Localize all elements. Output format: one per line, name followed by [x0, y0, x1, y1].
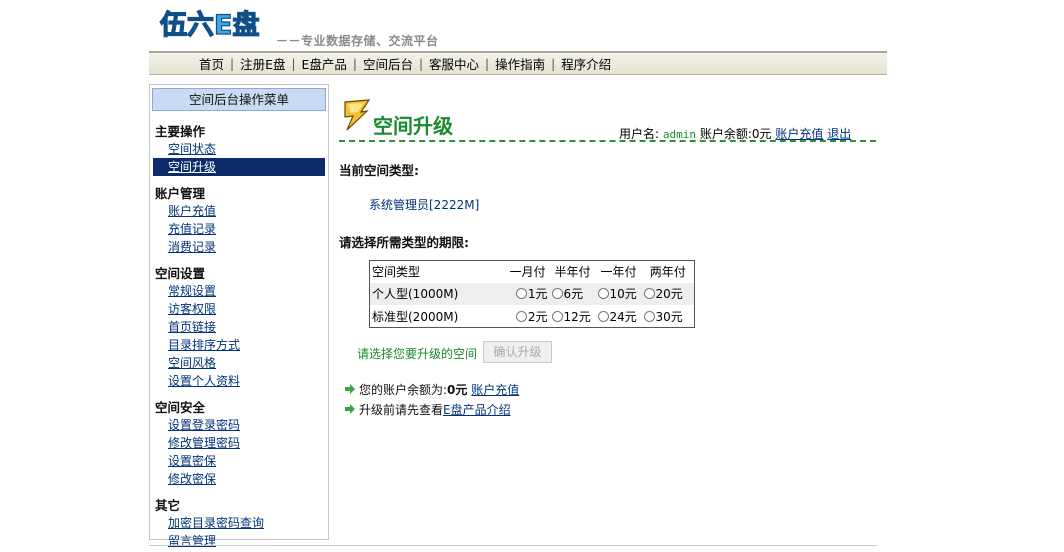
top-navigation: 首页 | 注册E盘 | E盘产品 | 空间后台 | 客服中心 | 操作指南 | 程序介绍	[149, 51, 887, 75]
nav-products[interactable]: E盘产品	[296, 54, 353, 73]
site-logo[interactable]: 伍六E盘	[158, 6, 262, 41]
site-slogan: －－专业数据存储、交流平台	[276, 34, 439, 48]
table-header-row: 空间类型 一月付 半年付 一年付 两年付	[370, 261, 695, 283]
current-space-type: 系统管理员[2222M]	[369, 198, 480, 212]
menu-guestbook[interactable]: 留言管理	[168, 532, 328, 550]
confirm-upgrade-button[interactable]: 确认升级	[483, 341, 552, 363]
price-radio-standard-2y[interactable]	[643, 310, 655, 322]
menu-recharge[interactable]: 账户充值	[168, 202, 328, 220]
choose-term-heading: 请选择所需类型的期限:	[339, 235, 469, 250]
menu-visitor-permissions[interactable]: 访客权限	[168, 300, 328, 318]
price-personal-2y: 20元	[655, 287, 683, 302]
logout-link[interactable]: 退出	[827, 127, 851, 141]
menu-encrypted-dir-lookup[interactable]: 加密目录密码查询	[168, 514, 328, 532]
balance-label: 账户余额:	[699, 127, 752, 141]
price-radio-personal-2y[interactable]	[643, 288, 655, 300]
price-radio-standard-6m[interactable]	[551, 310, 563, 322]
header-two-year: 两年付	[649, 265, 686, 280]
price-radio-standard-1y[interactable]	[597, 310, 609, 322]
price-personal-1y: 10元	[609, 287, 637, 302]
sidebar-title: 空间后台操作菜单	[152, 88, 326, 111]
nav-about[interactable]: 程序介绍	[555, 54, 617, 73]
price-personal-1m: 1元	[527, 287, 548, 302]
pricing-table: 空间类型 一月付 半年付 一年付 两年付 个人型(1000M) 1元 6元 10…	[369, 260, 695, 328]
menu-space-upgrade[interactable]: 空间升级	[153, 158, 325, 176]
select-space-prompt: 请选择您要升级的空间	[357, 347, 478, 361]
green-arrow-icon	[345, 383, 355, 394]
info-balance-value: 0元	[447, 383, 468, 397]
recharge-link[interactable]: 账户充值	[775, 127, 823, 141]
header-space-type: 空间类型	[372, 265, 421, 280]
group-title-settings: 空间设置	[155, 266, 206, 281]
page-title: 空间升级	[373, 114, 453, 138]
menu-space-status[interactable]: 空间状态	[168, 140, 328, 158]
header-monthly: 一月付	[509, 265, 546, 280]
info-recharge-link[interactable]: 账户充值	[471, 383, 519, 397]
price-standard-2y: 30元	[655, 309, 683, 324]
row-type-standard: 标准型(2000M)	[372, 309, 459, 324]
balance-value: 0元	[751, 127, 772, 141]
menu-general-settings[interactable]: 常规设置	[168, 282, 328, 300]
menu-space-style[interactable]: 空间风格	[168, 354, 328, 372]
info-balance-line: 您的账户余额为:0元 账户充值	[345, 381, 519, 398]
group-title-other: 其它	[155, 498, 181, 513]
nav-guide[interactable]: 操作指南	[489, 54, 551, 73]
table-row: 个人型(1000M) 1元 6元 10元 20元	[369, 282, 695, 306]
header-one-year: 一年付	[600, 265, 637, 280]
menu-login-password[interactable]: 设置登录密码	[168, 416, 328, 434]
menu-edit-security-question[interactable]: 修改密保	[168, 470, 328, 488]
menu-admin-password[interactable]: 修改管理密码	[168, 434, 328, 452]
group-title-account: 账户管理	[155, 186, 206, 201]
price-standard-6m: 12元	[563, 309, 591, 324]
row-type-personal: 个人型(1000M)	[369, 282, 506, 306]
info-product-prefix: 升级前请先查看	[359, 403, 444, 417]
green-arrow-icon	[345, 403, 355, 414]
menu-recharge-records[interactable]: 充值记录	[168, 220, 328, 238]
price-radio-personal-1y[interactable]	[597, 288, 609, 300]
header-half-year: 半年付	[554, 265, 591, 280]
price-radio-personal-1m[interactable]	[515, 288, 527, 300]
menu-homepage-link[interactable]: 首页链接	[168, 318, 328, 336]
table-row: 标准型(2000M) 2元 12元 24元 30元	[370, 305, 695, 327]
group-title-security: 空间安全	[155, 400, 206, 415]
menu-set-security-question[interactable]: 设置密保	[168, 452, 328, 470]
price-standard-1y: 24元	[609, 309, 637, 324]
product-intro-link[interactable]: E盘产品介绍	[443, 403, 511, 417]
price-standard-1m: 2元	[527, 309, 548, 324]
group-title-main: 主要操作	[155, 124, 206, 139]
footer-divider	[149, 545, 877, 546]
sidebar: 空间后台操作菜单 主要操作 空间状态 空间升级 账户管理 账户充值 充值记录 消…	[149, 84, 329, 548]
price-radio-standard-1m[interactable]	[515, 310, 527, 322]
current-type-heading: 当前空间类型:	[339, 163, 419, 178]
nav-home[interactable]: 首页	[193, 54, 230, 73]
logo-text: 伍六E盘	[160, 9, 259, 40]
menu-spending-records[interactable]: 消费记录	[168, 238, 328, 256]
price-personal-6m: 6元	[563, 287, 584, 302]
nav-support[interactable]: 客服中心	[423, 54, 485, 73]
lightning-icon	[339, 98, 373, 132]
nav-admin[interactable]: 空间后台	[357, 54, 419, 73]
menu-directory-sort[interactable]: 目录排序方式	[168, 336, 328, 354]
menu-personal-profile[interactable]: 设置个人资料	[168, 372, 328, 390]
title-divider	[339, 140, 876, 142]
username-label: 用户名:	[619, 127, 660, 141]
info-product-line: 升级前请先查看E盘产品介绍	[345, 401, 511, 418]
nav-register[interactable]: 注册E盘	[234, 54, 291, 73]
price-radio-personal-6m[interactable]	[551, 288, 563, 300]
info-balance-prefix: 您的账户余额为:	[359, 383, 448, 397]
